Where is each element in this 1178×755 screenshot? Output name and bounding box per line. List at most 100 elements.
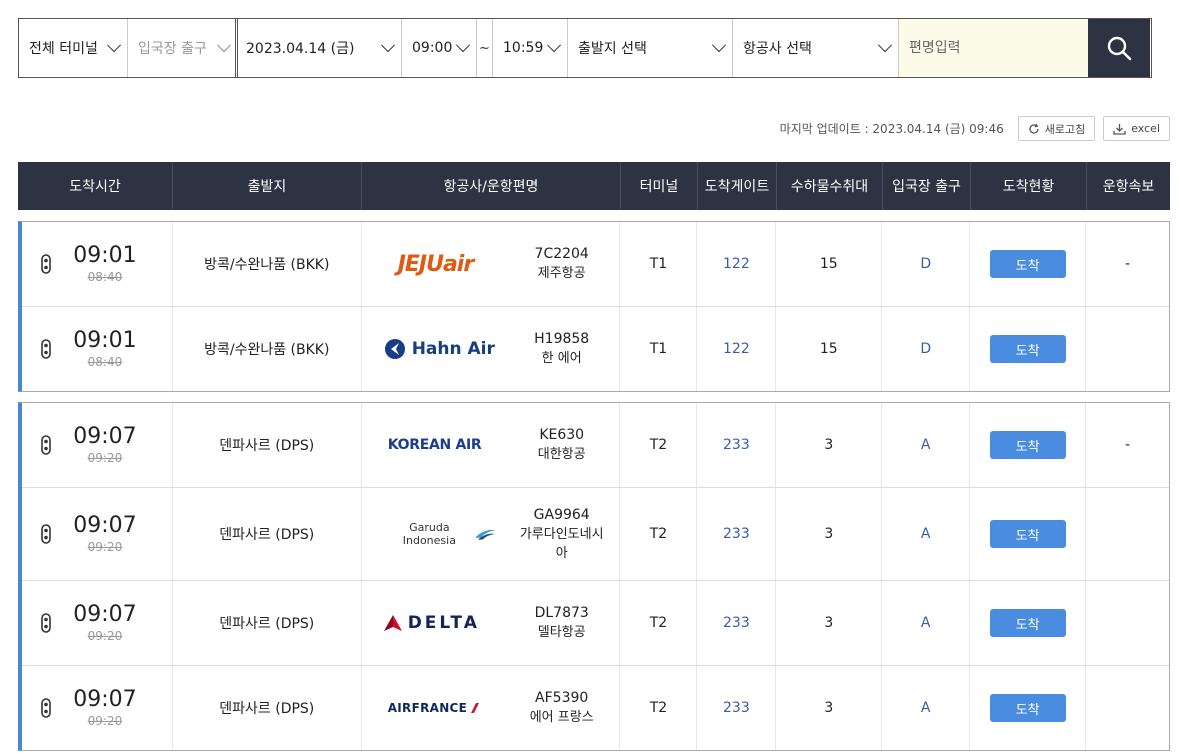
arrival-time: 09:07	[73, 602, 137, 627]
refresh-label: 새로고침	[1044, 122, 1086, 136]
time-to-value: 10:59	[503, 40, 544, 56]
hahnair-emblem-icon	[384, 339, 405, 359]
arrival-status-button[interactable]: 도착	[989, 335, 1066, 363]
terminal-cell: T2	[620, 403, 698, 487]
status-cell: 도착	[970, 403, 1087, 487]
airline-name: 대한항공	[537, 447, 586, 462]
flight-number: AF5390	[535, 690, 589, 706]
flight-number-input[interactable]	[899, 19, 1088, 77]
exit-cell: D	[882, 222, 971, 306]
arrival-time: 09:01	[73, 328, 137, 353]
origin-select[interactable]: 출발지 선택	[568, 19, 733, 77]
excel-download-button[interactable]: excel	[1103, 116, 1170, 141]
flight-number: GA9964	[533, 506, 590, 523]
exit-cell: A	[882, 488, 971, 580]
date-select[interactable]: 2023.04.14 (금)	[236, 19, 402, 77]
baggage-cell: 15	[776, 222, 883, 306]
refresh-button[interactable]: 새로고침	[1017, 116, 1096, 141]
table-row[interactable]: 09:07 09:20 덴파사르 (DPS) KOREAN AIR KE630 대한…	[22, 403, 1169, 488]
baggage-cell: 15	[776, 307, 883, 391]
terminal-cell: T2	[620, 666, 698, 750]
garuda-logo: Garuda Indonesia	[384, 519, 496, 549]
status-cell: 도착	[970, 581, 1087, 665]
arrival-time-cell: 09:07 09:20	[22, 581, 173, 665]
exit-gate-select[interactable]: 입국장 출구	[128, 19, 237, 77]
airline-cell: Hahn Air H19858 한 에어	[362, 307, 621, 391]
flight-number: DL7873	[534, 605, 589, 621]
column-header-terminal: 터미널	[621, 162, 698, 210]
origin-cell: 덴파사르 (DPS)	[173, 488, 362, 580]
notice-cell: -	[1124, 437, 1131, 453]
arrival-time: 09:07	[73, 513, 137, 538]
table-row[interactable]: 09:01 08:40 방콕/수완나품 (BKK) JEJUair 7C2204 제…	[22, 222, 1169, 307]
last-update-text: 마지막 업데이트 : 2023.04.14 (금) 09:46	[779, 122, 1004, 136]
time-to-select[interactable]: 10:59	[493, 19, 568, 77]
airline-name: 델타항공	[537, 625, 586, 640]
koreanair-logo: KOREAN AIR	[387, 437, 482, 453]
scheduled-time: 08:40	[87, 270, 123, 284]
arrival-status-button[interactable]: 도착	[989, 431, 1066, 459]
arrival-status-button[interactable]: 도착	[989, 694, 1066, 722]
gate-cell: 233	[697, 488, 777, 580]
status-cell: 도착	[970, 488, 1087, 580]
column-header-status: 도착현황	[971, 162, 1087, 210]
chevron-down-icon	[456, 38, 471, 53]
scheduled-time: 09:20	[87, 451, 123, 465]
gate-cell: 122	[697, 307, 777, 391]
arrival-status-button[interactable]: 도착	[989, 250, 1066, 278]
exit-cell: D	[882, 307, 971, 391]
time-from-select[interactable]: 09:00	[402, 19, 477, 77]
flight-group: 09:07 09:20 덴파사르 (DPS) KOREAN AIR KE630 대한…	[18, 402, 1170, 751]
exit-gate-select-value: 입국장 출구	[138, 41, 207, 57]
airline-cell: DELTA DL7873 델타항공	[362, 581, 621, 665]
time-range-separator: ~	[477, 19, 493, 77]
refresh-icon	[1029, 123, 1039, 134]
terminal-cell: T2	[620, 488, 698, 580]
notice-cell	[1086, 307, 1169, 391]
status-cell: 도착	[970, 666, 1087, 750]
search-filter-group: 2023.04.14 (금) 09:00 ~ 10:59 출발지 선택 항공사 …	[235, 18, 1152, 78]
table-row[interactable]: 09:07 09:20 덴파사르 (DPS) AIRFRANCE AF5390 에어…	[22, 666, 1169, 750]
status-cell: 도착	[970, 307, 1087, 391]
gate-cell: 233	[697, 403, 777, 487]
arrival-time: 09:01	[73, 243, 137, 268]
excel-label: excel	[1131, 122, 1160, 135]
baggage-cell: 3	[776, 666, 883, 750]
terminal-select[interactable]: 전체 터미널	[19, 19, 128, 77]
origin-select-value: 출발지 선택	[578, 41, 647, 57]
table-row[interactable]: 09:07 09:20 덴파사르 (DPS) Garuda Indonesia G…	[22, 488, 1169, 581]
delta-triangle-icon	[383, 615, 402, 631]
arrival-time-cell: 09:07 09:20	[22, 488, 173, 580]
arrival-time-cell: 09:07 09:20	[22, 666, 173, 750]
column-header-notice: 운항속보	[1102, 179, 1155, 195]
arrival-status-button[interactable]: 도착	[989, 609, 1066, 637]
flight-status-icon	[41, 254, 51, 274]
table-row[interactable]: 09:07 09:20 덴파사르 (DPS) DELTA DL7873 델타항공 T…	[22, 581, 1169, 666]
flight-status-icon	[41, 339, 51, 359]
notice-cell	[1086, 666, 1169, 750]
column-header-arrival-time: 도착시간	[18, 162, 173, 210]
delta-logo: DELTA	[383, 608, 496, 638]
notice-cell	[1086, 488, 1169, 580]
airline-name: 제주항공	[537, 266, 586, 281]
gate-cell: 233	[697, 581, 777, 665]
arrival-status-button[interactable]: 도착	[989, 520, 1066, 548]
search-button[interactable]	[1088, 19, 1150, 77]
column-header-baggage: 수하물수취대	[777, 162, 883, 210]
download-icon	[1113, 123, 1126, 135]
flight-number: KE630	[539, 427, 585, 443]
arrival-time-cell: 09:01 08:40	[22, 222, 173, 306]
airline-select[interactable]: 항공사 선택	[733, 19, 899, 77]
arrival-time-cell: 09:01 08:40	[22, 307, 173, 391]
arrival-time: 09:07	[73, 687, 137, 712]
flight-group: 09:01 08:40 방콕/수완나품 (BKK) JEJUair 7C2204 제…	[18, 221, 1170, 392]
status-cell: 도착	[970, 222, 1087, 306]
baggage-cell: 3	[776, 581, 883, 665]
notice-cell	[1086, 581, 1169, 665]
column-header-gate: 도착게이트	[698, 162, 777, 210]
origin-cell: 덴파사르 (DPS)	[173, 666, 362, 750]
table-row[interactable]: 09:01 08:40 방콕/수완나품 (BKK) Hahn Air H19858…	[22, 307, 1169, 391]
arrival-time-cell: 09:07 09:20	[22, 403, 173, 487]
arrival-time: 09:07	[73, 424, 137, 449]
chevron-down-icon	[547, 38, 562, 53]
